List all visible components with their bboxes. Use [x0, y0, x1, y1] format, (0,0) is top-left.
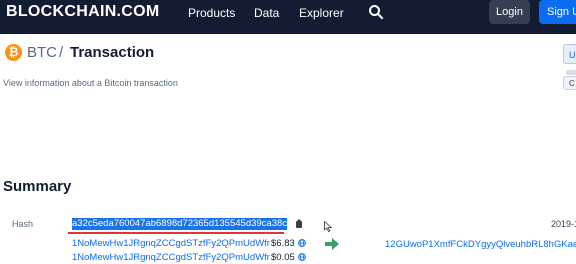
page-subtitle: View information about a Bitcoin transac… — [3, 78, 178, 88]
bitcoin-icon: ₿ — [5, 44, 22, 61]
mouse-cursor-icon — [324, 221, 332, 232]
nav-products[interactable]: Products — [188, 6, 235, 20]
top-navigation-bar: BLOCKCHAIN.COM Products Data Explorer Lo… — [0, 0, 576, 34]
summary-heading: Summary — [3, 178, 72, 195]
search-icon[interactable] — [368, 4, 384, 20]
output-address[interactable]: 12GUwoP1XmfFCkDYgyyQlveuhbRL8hGKae — [385, 239, 576, 250]
transaction-date: 2019-1 — [551, 219, 576, 229]
input-address[interactable]: 1NoMewHw1JRgnqZCCgdSTzfFy2QPmUdWfr — [72, 238, 270, 249]
hash-label: Hash — [12, 219, 34, 229]
copy-icon[interactable] — [295, 219, 303, 228]
input-amount: $0.05 — [271, 252, 295, 263]
bitcoin-symbol: ₿ — [8, 45, 19, 59]
side-tab-divider — [566, 70, 576, 75]
side-tab-secondary[interactable]: C — [563, 76, 576, 90]
globe-icon[interactable] — [298, 239, 306, 247]
nav-explorer[interactable]: Explorer — [299, 6, 344, 20]
arrow-right-icon — [325, 238, 339, 250]
login-button[interactable]: Login — [489, 0, 530, 24]
hash-annotation-underline — [68, 232, 284, 234]
nav-data[interactable]: Data — [254, 6, 279, 20]
transaction-hash[interactable]: a32c5eda760047ab6898d72365d135545d39ca38… — [72, 218, 287, 230]
input-address[interactable]: 1NoMewHw1JRgnqZCCgdSTzfFy2QPmUdWfr — [72, 252, 270, 263]
side-tab-button[interactable]: U — [563, 44, 576, 64]
breadcrumb-separator: / — [59, 44, 64, 61]
blockchain-logo[interactable]: BLOCKCHAIN.COM — [6, 4, 160, 20]
signup-button[interactable]: Sign U — [539, 0, 576, 24]
globe-icon[interactable] — [298, 253, 306, 261]
input-amount: $6.83 — [271, 238, 295, 249]
breadcrumb-btc[interactable]: BTC — [27, 44, 57, 61]
page-title: Transaction — [70, 44, 155, 61]
